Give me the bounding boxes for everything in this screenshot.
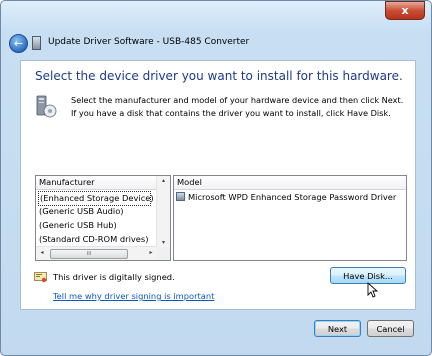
manufacturer-item-selected[interactable]: (Enhanced Storage Device) <box>38 191 154 206</box>
scroll-down-icon[interactable]: ▾ <box>157 239 170 246</box>
horizontal-scroll-thumb[interactable]: III <box>50 249 128 259</box>
scroll-left-icon[interactable]: ◂ <box>37 249 47 256</box>
back-arrow-icon: ← <box>13 37 24 50</box>
manufacturer-vertical-scrollbar[interactable]: ▴ ▾ <box>156 176 170 247</box>
driver-signing-link[interactable]: Tell me why driver signing is important <box>53 291 214 301</box>
manufacturer-list[interactable]: Manufacturer (Enhanced Storage Device) (… <box>35 175 171 261</box>
manufacturer-item[interactable]: (Generic USB Audio) <box>38 205 124 218</box>
signing-status: This driver is digitally signed. <box>53 272 175 282</box>
scrollbar-corner <box>157 247 170 260</box>
usb-device-icon <box>32 36 41 50</box>
model-item[interactable]: Microsoft WPD Enhanced Storage Password … <box>176 191 396 204</box>
window-title: Update Driver Software - USB-485 Convert… <box>48 37 250 47</box>
scroll-right-icon[interactable]: ▸ <box>146 249 156 256</box>
scroll-up-icon[interactable]: ▴ <box>157 177 170 184</box>
model-list[interactable]: Model Microsoft WPD Enhanced Storage Pas… <box>173 175 407 261</box>
manufacturer-horizontal-scrollbar[interactable]: ◂ III ▸ <box>36 246 157 260</box>
manufacturer-item[interactable]: (Standard CD-ROM drives) <box>38 233 148 246</box>
hardware-wizard-icon <box>36 95 57 118</box>
driver-icon <box>176 192 185 201</box>
signed-driver-icon <box>34 272 47 283</box>
cancel-button[interactable]: Cancel <box>367 320 414 337</box>
model-item-label: Microsoft WPD Enhanced Storage Password … <box>188 192 397 202</box>
close-button[interactable]: x <box>385 1 425 20</box>
instructions-text: Select the manufacturer and model of you… <box>71 95 404 118</box>
manufacturer-item[interactable]: (Generic USB Hub) <box>38 219 117 232</box>
mouse-cursor-icon <box>367 282 379 298</box>
manufacturer-header[interactable]: Manufacturer <box>36 176 170 190</box>
model-header[interactable]: Model <box>174 176 406 190</box>
back-button[interactable]: ← <box>9 34 28 53</box>
next-button[interactable]: Next <box>314 320 361 337</box>
page-heading: Select the device driver you want to ins… <box>35 69 403 83</box>
